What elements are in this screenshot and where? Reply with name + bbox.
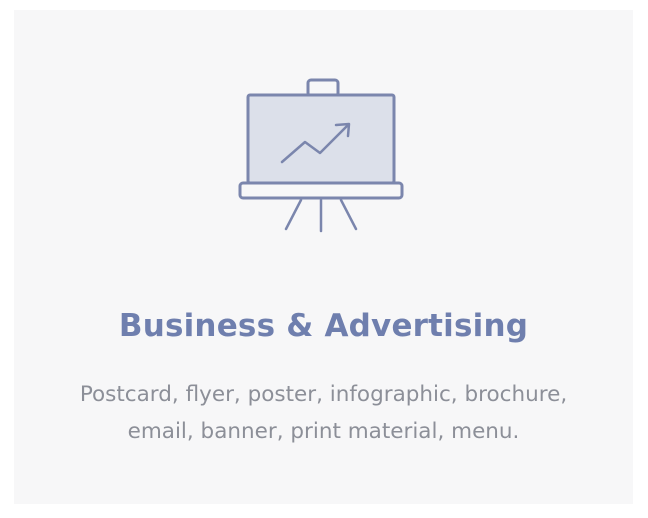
category-card[interactable]: Business & Advertising Postcard, flyer, … xyxy=(14,10,633,504)
presentation-easel-chart-icon xyxy=(238,78,404,233)
card-description: Postcard, flyer, poster, infographic, br… xyxy=(79,382,568,444)
card-title: Business & Advertising xyxy=(118,308,529,344)
icon-container xyxy=(14,78,633,240)
